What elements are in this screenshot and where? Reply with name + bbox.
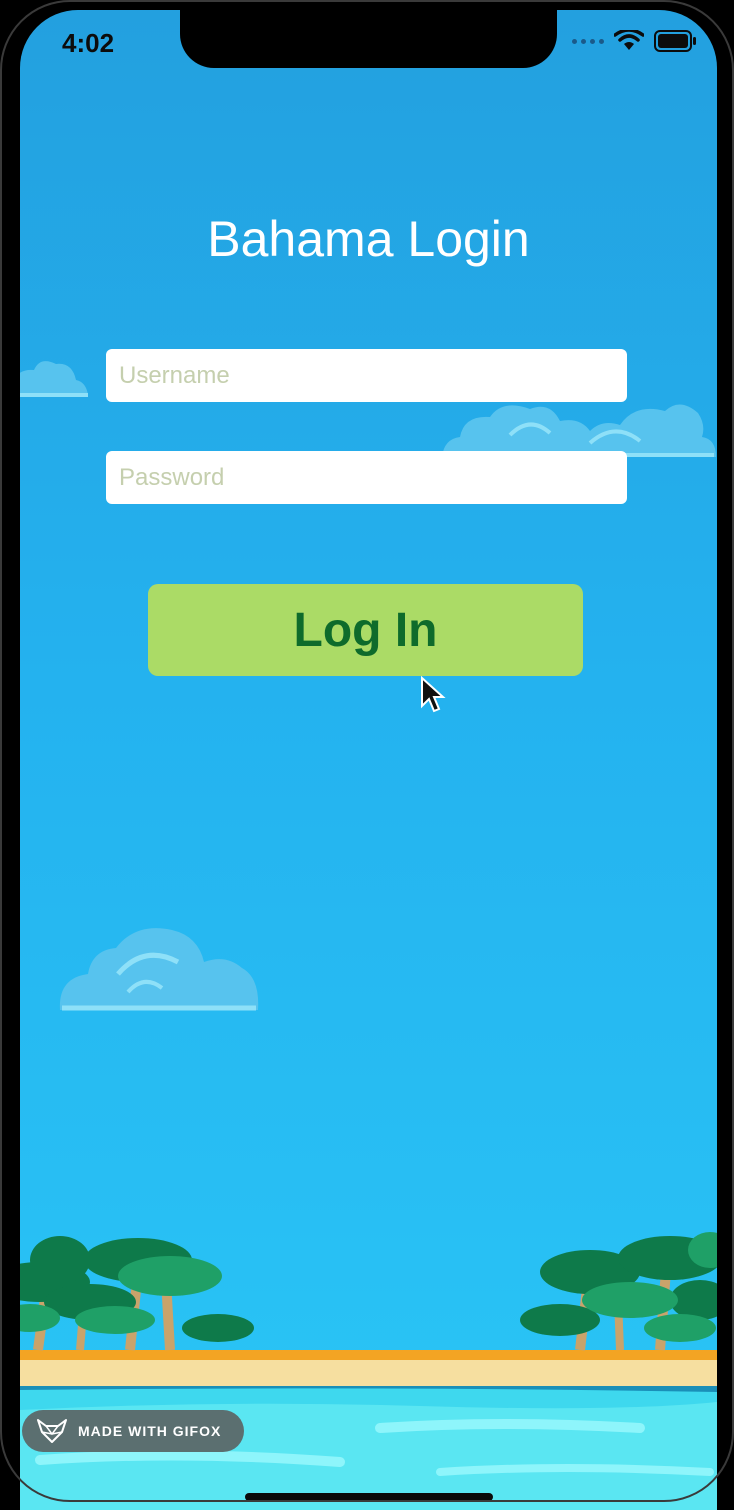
gifox-badge: MADE WITH GIFOX: [22, 1410, 244, 1452]
status-time: 4:02: [62, 28, 115, 58]
cloud-left: [20, 361, 88, 397]
password-input[interactable]: [106, 451, 627, 504]
signal-icon: [572, 38, 604, 44]
wifi-icon: [614, 30, 644, 50]
app-title: Bahama Login: [207, 211, 530, 267]
fox-icon: [37, 1419, 67, 1443]
device-notch: [180, 10, 557, 68]
beach-illustration: [20, 1232, 717, 1510]
cloud-bottom: [59, 928, 259, 1011]
status-icons: [572, 30, 698, 52]
battery-icon: [654, 30, 696, 52]
app-screen: Bahama Login Log In: [20, 10, 717, 1510]
phone-frame: Bahama Login Log In: [0, 0, 734, 1510]
login-button[interactable]: Log In: [148, 584, 583, 676]
username-input[interactable]: [106, 349, 627, 402]
home-indicator: [245, 1493, 493, 1501]
mouse-cursor-icon: [421, 676, 446, 713]
badge-label: MADE WITH GIFOX: [78, 1423, 222, 1439]
